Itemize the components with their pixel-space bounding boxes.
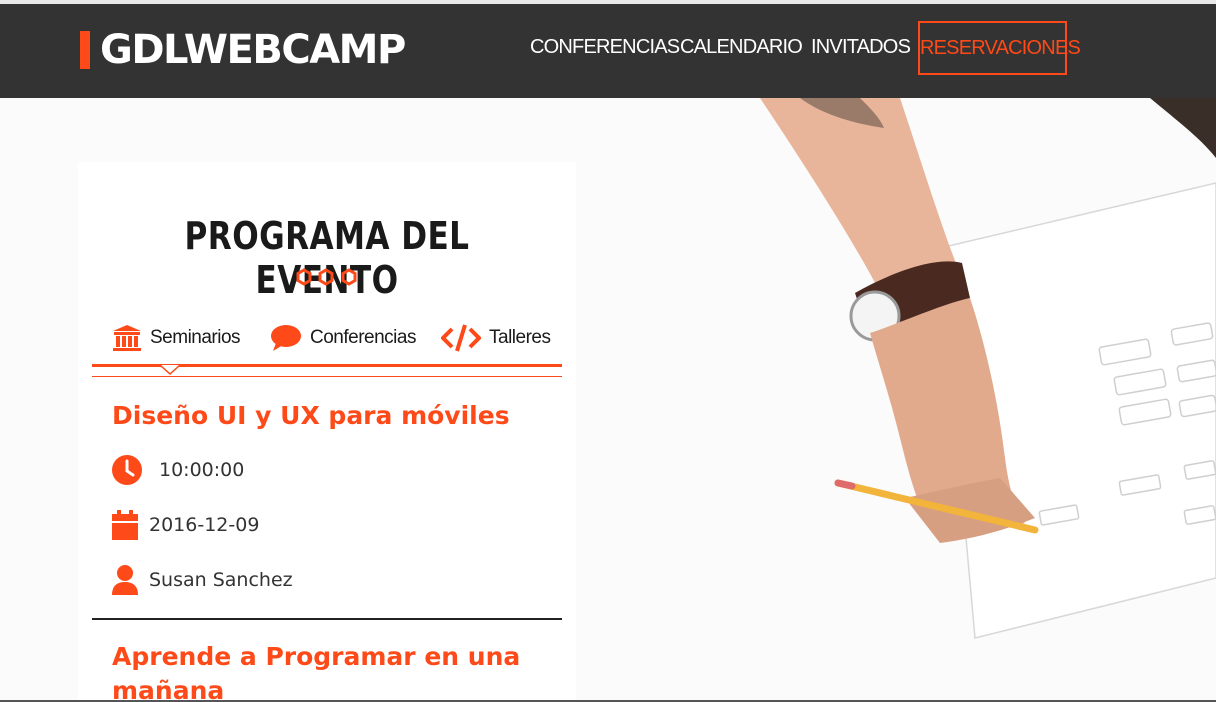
- nav-link-invitados[interactable]: INVITADOS: [811, 21, 911, 73]
- speech-bubble-icon: [271, 325, 301, 351]
- bank-icon: [113, 325, 141, 351]
- nav-link-calendario[interactable]: CALENDARIO: [680, 21, 803, 73]
- nav-link-conferencias[interactable]: CONFERENCIAS: [530, 21, 680, 73]
- calendar-icon: [112, 510, 138, 540]
- tabs-underline-thin: [92, 376, 562, 377]
- program-panel: PROGRAMA DEL EVENTO Seminarios Conferenc…: [78, 162, 576, 702]
- code-icon: [441, 324, 481, 352]
- tab-seminarios-label: Seminarios: [150, 327, 241, 348]
- site-logo[interactable]: GDLWEBCAMP: [80, 25, 406, 75]
- event-date: 2016-12-09: [149, 514, 260, 536]
- tab-talleres[interactable]: Talleres: [441, 320, 551, 356]
- logo-accent-bar: [80, 31, 90, 69]
- event-time: 10:00:00: [159, 459, 245, 481]
- event-divider: [92, 618, 562, 620]
- active-tab-caret-icon: [160, 365, 180, 375]
- tab-talleres-label: Talleres: [489, 327, 551, 348]
- tab-seminarios[interactable]: Seminarios: [112, 320, 241, 356]
- event-title[interactable]: Diseño UI y UX para móviles: [112, 399, 552, 433]
- nav-button-reservaciones[interactable]: RESERVACIONES: [918, 21, 1081, 75]
- user-icon: [112, 565, 138, 595]
- logo-text: GDLWEBCAMP: [100, 27, 406, 73]
- program-title: PROGRAMA DEL EVENTO: [184, 214, 470, 302]
- hexagon-divider-icon: [296, 268, 357, 286]
- event-speaker: Susan Sanchez: [149, 569, 293, 591]
- clock-icon: [112, 455, 142, 485]
- event-date-row: 2016-12-09: [111, 507, 259, 543]
- event-speaker-row: Susan Sanchez: [111, 562, 293, 598]
- tab-conferencias-label: Conferencias: [310, 327, 416, 348]
- event-time-row: 10:00:00: [111, 452, 244, 488]
- event-title[interactable]: Aprende a Programar en una mañana: [112, 640, 552, 702]
- tab-conferencias[interactable]: Conferencias: [270, 320, 416, 356]
